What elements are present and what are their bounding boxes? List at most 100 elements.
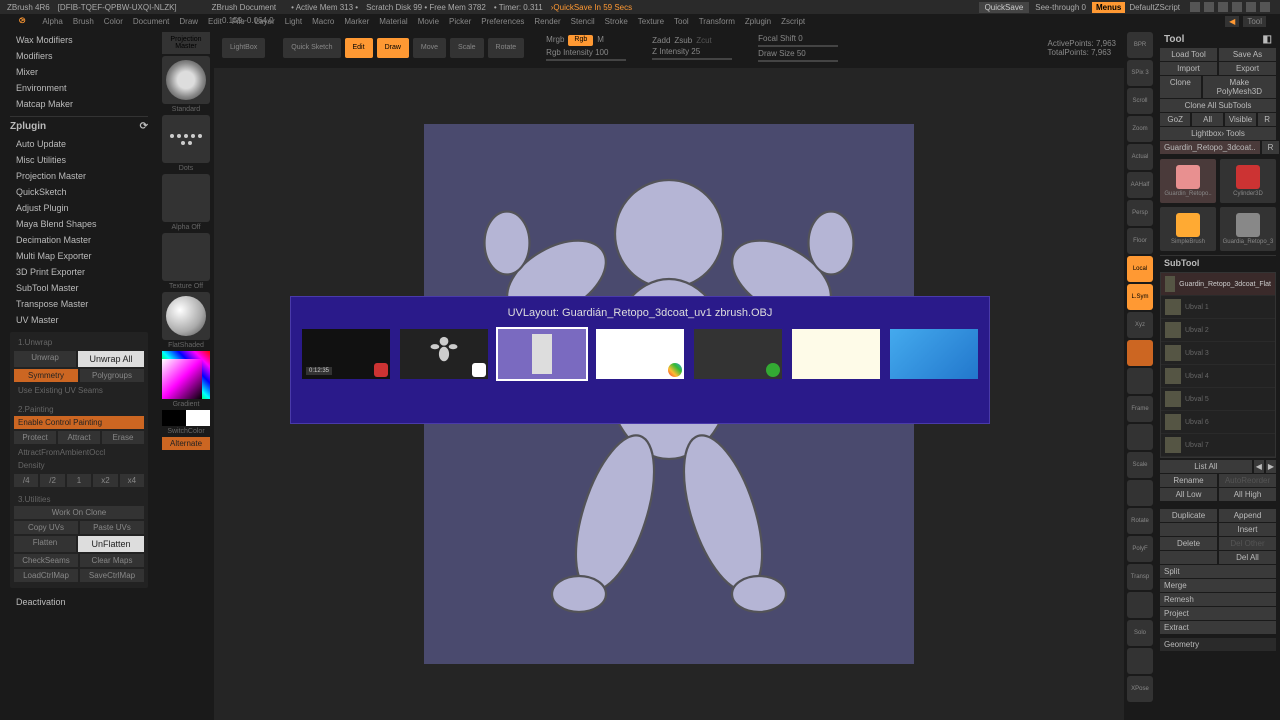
tool-thumb[interactable]: Cylinder3D	[1220, 159, 1276, 203]
ambient-btn[interactable]: AttractFromAmbientOccl	[14, 446, 144, 459]
clone[interactable]: Clone	[1160, 76, 1201, 98]
right-icon-persp[interactable]: Persp	[1127, 200, 1153, 226]
flatten[interactable]: Flatten	[14, 536, 76, 552]
alt-tab-thumb[interactable]	[596, 329, 684, 379]
right-icon-blank[interactable]	[1127, 368, 1153, 394]
menu-draw[interactable]: Draw	[174, 17, 203, 26]
scale-btn[interactable]: Scale	[450, 38, 484, 58]
subtool-item[interactable]: Guardin_Retopo_3dcoat_Flat	[1161, 273, 1275, 296]
alt-tab-switcher[interactable]: UVLayout: Guardián_Retopo_3dcoat_uv1 zbr…	[290, 296, 990, 424]
list-all[interactable]: List All	[1160, 460, 1252, 473]
menu-color[interactable]: Color	[99, 17, 128, 26]
right-icon-solo[interactable]: Solo	[1127, 620, 1153, 646]
goz[interactable]: GoZ	[1160, 113, 1190, 126]
visible[interactable]: Visible	[1225, 113, 1256, 126]
make-polymesh[interactable]: Make PolyMesh3D	[1203, 76, 1276, 98]
menu-alpha[interactable]: Alpha	[37, 17, 67, 26]
polygroups-btn[interactable]: Polygroups	[80, 369, 144, 382]
focal-shift[interactable]: Focal Shift 0	[758, 34, 838, 43]
alt-tab-thumb[interactable]	[400, 329, 488, 379]
menu-brush[interactable]: Brush	[68, 17, 99, 26]
all[interactable]: All	[1192, 113, 1222, 126]
d1[interactable]: /4	[14, 474, 38, 487]
menu-tool[interactable]: Tool	[1243, 16, 1266, 27]
all-high[interactable]: All High	[1219, 488, 1276, 501]
rename[interactable]: Rename	[1160, 474, 1217, 487]
subtool-item[interactable]: Ubval 4	[1161, 365, 1275, 388]
menu-material[interactable]: Material	[374, 17, 412, 26]
plugin-item[interactable]: Maya Blend Shapes	[10, 216, 148, 232]
plugin-item[interactable]: Misc Utilities	[10, 152, 148, 168]
quicksketch-btn[interactable]: Quick Sketch	[283, 38, 340, 58]
alpha-preview[interactable]	[162, 174, 210, 222]
append[interactable]: Append	[1219, 509, 1276, 522]
menu-transform[interactable]: Transform	[694, 17, 740, 26]
right-icon-bpr[interactable]: BPR	[1127, 32, 1153, 58]
menu-picker[interactable]: Picker	[444, 17, 476, 26]
win-icon[interactable]	[1190, 2, 1200, 12]
win-icon[interactable]	[1218, 2, 1228, 12]
right-icon-scroll[interactable]: Scroll	[1127, 88, 1153, 114]
enable-control-painting[interactable]: Enable Control Painting	[14, 416, 144, 429]
right-icon-local[interactable]: Local	[1127, 256, 1153, 282]
project[interactable]: Project	[1160, 607, 1276, 620]
protect-btn[interactable]: Protect	[14, 431, 56, 444]
extract[interactable]: Extract	[1160, 621, 1276, 634]
subtool-item[interactable]: Ubval 3	[1161, 342, 1275, 365]
win-icon[interactable]	[1232, 2, 1242, 12]
r-btn[interactable]: R	[1258, 113, 1276, 126]
alt-tab-thumb[interactable]	[890, 329, 978, 379]
m-btn[interactable]: M	[597, 35, 604, 45]
texture-preview[interactable]	[162, 233, 210, 281]
right-icon-transp[interactable]: Transp	[1127, 564, 1153, 590]
export[interactable]: Export	[1219, 62, 1276, 75]
mrgb[interactable]: Mrgb	[546, 35, 564, 45]
deactivation[interactable]: Deactivation	[10, 594, 148, 610]
plugin-item[interactable]: Transpose Master	[10, 296, 148, 312]
plugin-item[interactable]: UV Master	[10, 312, 148, 328]
check-seams[interactable]: CheckSeams	[14, 554, 78, 567]
plugin-item[interactable]: Auto Update	[10, 136, 148, 152]
alt-tab-thumb[interactable]	[694, 329, 782, 379]
rgb[interactable]: Rgb	[568, 35, 593, 45]
autoreorder[interactable]: AutoReorder	[1219, 474, 1276, 487]
draw-btn[interactable]: Draw	[377, 38, 409, 58]
plugin-item[interactable]: SubTool Master	[10, 280, 148, 296]
clone-all-subtools[interactable]: Clone All SubTools	[1160, 99, 1276, 112]
unwrap-btn[interactable]: Unwrap	[14, 351, 76, 367]
alt-tab-thumb[interactable]: 0:12:35	[302, 329, 390, 379]
import[interactable]: Import	[1160, 62, 1217, 75]
switch-color[interactable]: SwitchColor	[167, 428, 204, 435]
d3[interactable]: 1	[67, 474, 91, 487]
right-icon-xyz[interactable]: Xyz	[1127, 312, 1153, 338]
subtool-item[interactable]: Ubval 6	[1161, 411, 1275, 434]
right-icon-floor[interactable]: Floor	[1127, 228, 1153, 254]
tool-thumb[interactable]: SimpleBrush	[1160, 207, 1216, 251]
right-icon-actual[interactable]: Actual	[1127, 144, 1153, 170]
menu-texture[interactable]: Texture	[633, 17, 669, 26]
attract-btn[interactable]: Attract	[58, 431, 100, 444]
plugin-item[interactable]: Adjust Plugin	[10, 200, 148, 216]
menu-logo[interactable]: ⧁	[14, 16, 30, 26]
merge[interactable]: Merge	[1160, 579, 1276, 592]
use-existing[interactable]: Use Existing UV Seams	[14, 384, 144, 397]
subtool-item[interactable]: Ubval 2	[1161, 319, 1275, 342]
left-item[interactable]: Environment	[10, 80, 148, 96]
r2-btn[interactable]: R	[1262, 141, 1280, 154]
plugin-item[interactable]: Multi Map Exporter	[10, 248, 148, 264]
menu-light[interactable]: Light	[280, 17, 307, 26]
rotate-btn[interactable]: Rotate	[488, 38, 525, 58]
d4[interactable]: x2	[93, 474, 117, 487]
menus-toggle[interactable]: Menus	[1092, 2, 1125, 13]
right-icon-blank[interactable]	[1127, 648, 1153, 674]
menu-tool[interactable]: Tool	[669, 17, 694, 26]
right-icon-rotate[interactable]: Rotate	[1127, 508, 1153, 534]
menu-macro[interactable]: Macro	[307, 17, 339, 26]
material-preview[interactable]	[162, 292, 210, 340]
unwrap-all-btn[interactable]: Unwrap All	[78, 351, 144, 367]
menu-stroke[interactable]: Stroke	[600, 17, 633, 26]
color-picker[interactable]	[162, 351, 210, 399]
left-item[interactable]: Modifiers	[10, 48, 148, 64]
subtool-header[interactable]: SubTool	[1164, 258, 1199, 268]
menu-zplugin[interactable]: Zplugin	[740, 17, 776, 26]
